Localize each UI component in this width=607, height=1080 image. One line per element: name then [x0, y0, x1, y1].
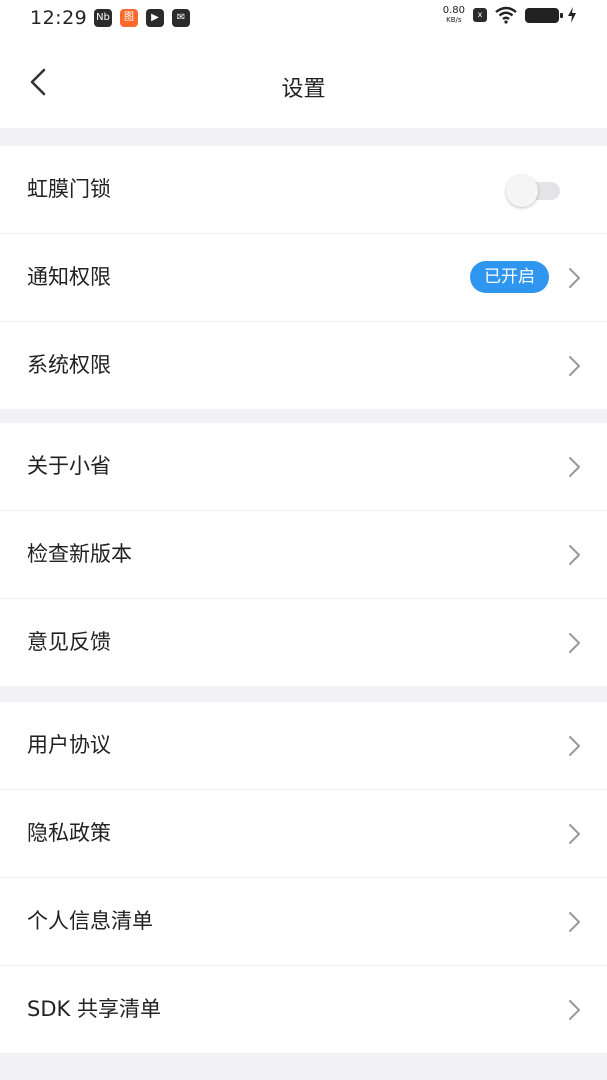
settings-group-legal: 用户协议 隐私政策 个人信息清单 SDK 共享清单 [0, 702, 607, 1053]
settings-group-about: 关于小省 检查新版本 意见反馈 [0, 423, 607, 686]
sdk-sharing-list-row[interactable]: SDK 共享清单 [0, 966, 607, 1053]
network-speed-value: 0.80 [442, 5, 465, 16]
charging-icon [568, 7, 576, 23]
sim-icon: x [473, 8, 487, 22]
chevron-right-icon [569, 457, 580, 477]
row-label: 虹膜门锁 [27, 177, 111, 201]
settings-group-permissions: 虹膜门锁 通知权限 已开启 系统权限 [0, 146, 607, 409]
row-label: 意见反馈 [27, 630, 111, 654]
iris-lock-row[interactable]: 虹膜门锁 [0, 146, 607, 234]
chevron-right-icon [569, 1000, 580, 1020]
app-notification-icon: Nb [94, 9, 112, 27]
page-title: 设置 [281, 77, 326, 102]
chevron-right-icon [569, 736, 580, 756]
status-bar: 12:29 Nb 图 ▶ ✉ 0.80 KB/s x [0, 0, 607, 36]
chevron-right-icon [569, 912, 580, 932]
row-label: SDK 共享清单 [27, 997, 161, 1021]
mail-notification-icon: ✉ [172, 9, 190, 27]
status-time: 12:29 [30, 7, 88, 29]
about-row[interactable]: 关于小省 [0, 423, 607, 511]
row-label: 个人信息清单 [27, 909, 153, 933]
chevron-right-icon [569, 356, 580, 376]
wifi-icon [495, 6, 517, 24]
chevron-right-icon [569, 633, 580, 653]
status-right: 0.80 KB/s x [443, 6, 577, 24]
row-label: 系统权限 [27, 353, 111, 377]
notification-icons: Nb 图 ▶ ✉ [94, 9, 190, 27]
personal-info-list-row[interactable]: 个人信息清单 [0, 878, 607, 966]
battery-icon [525, 7, 563, 23]
row-label: 通知权限 [27, 265, 111, 289]
feedback-row[interactable]: 意见反馈 [0, 599, 607, 686]
status-badge: 已开启 [470, 261, 549, 293]
nav-bar: 设置 [0, 36, 607, 128]
chevron-right-icon [569, 545, 580, 565]
check-update-row[interactable]: 检查新版本 [0, 511, 607, 599]
row-label: 关于小省 [27, 454, 111, 478]
notification-permission-row[interactable]: 通知权限 已开启 [0, 234, 607, 322]
privacy-policy-row[interactable]: 隐私政策 [0, 790, 607, 878]
play-notification-icon: ▶ [146, 9, 164, 27]
network-speed: 0.80 KB/s [442, 5, 465, 25]
chevron-right-icon [569, 824, 580, 844]
chevron-right-icon [569, 268, 580, 288]
network-speed-unit: KB/s [446, 16, 462, 24]
toggle-knob [506, 175, 538, 207]
iris-lock-toggle[interactable] [506, 174, 560, 207]
user-agreement-row[interactable]: 用户协议 [0, 702, 607, 790]
row-label: 用户协议 [27, 733, 111, 757]
system-permission-row[interactable]: 系统权限 [0, 322, 607, 409]
row-label: 隐私政策 [27, 821, 111, 845]
row-label: 检查新版本 [27, 542, 132, 566]
app-notification-icon: 图 [120, 9, 138, 27]
